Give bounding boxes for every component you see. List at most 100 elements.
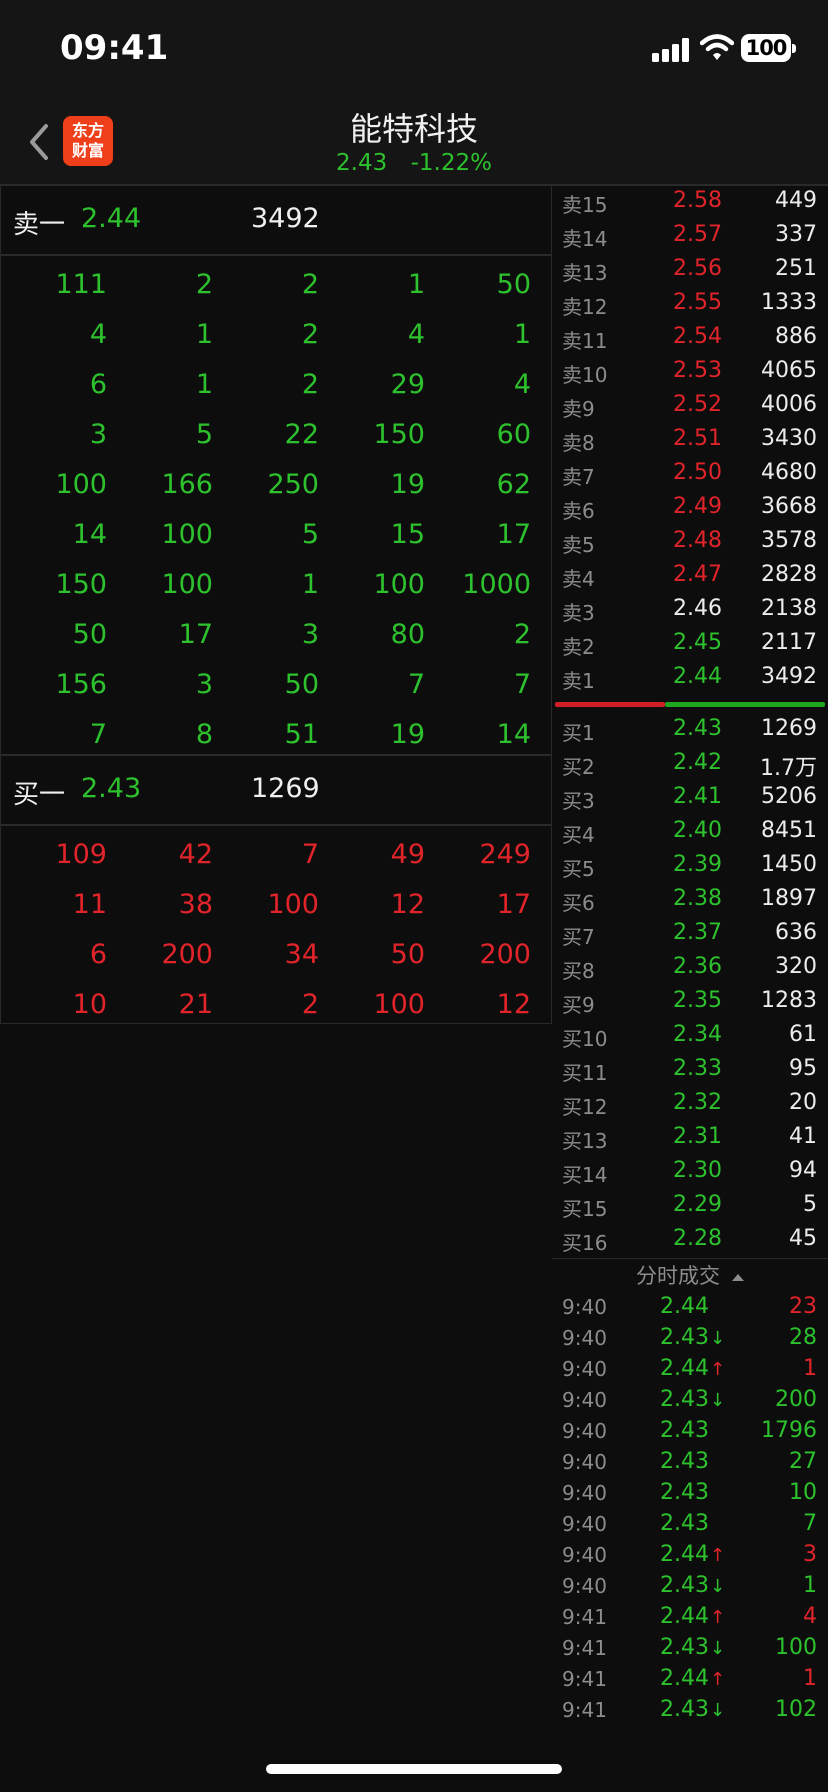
bid-level-row[interactable]: 买2 2.42 1.7万: [552, 748, 828, 782]
wifi-icon: [700, 34, 734, 60]
ask-level-row[interactable]: 卖7 2.50 4680: [552, 458, 828, 492]
arrow-down-icon: ↓: [709, 1390, 726, 1411]
ask-level-row[interactable]: 卖4 2.47 2828: [552, 560, 828, 594]
arrow-down-icon: ↓: [709, 1700, 726, 1721]
queue-cell: 150: [373, 419, 425, 450]
ask-level-row[interactable]: 卖10 2.53 4065: [552, 356, 828, 390]
tick-row: 9:40 2.43↓ 28: [552, 1324, 828, 1355]
ask-level-row[interactable]: 卖11 2.54 886: [552, 322, 828, 356]
bid-level-row[interactable]: 买12 2.32 20: [552, 1088, 828, 1122]
ask-level-row[interactable]: 卖6 2.49 3668: [552, 492, 828, 526]
queue-cell: 1: [301, 569, 319, 600]
tick-volume: 4: [803, 1604, 817, 1629]
level-price: 2.57: [673, 222, 722, 247]
ask-level-row[interactable]: 卖12 2.55 1333: [552, 288, 828, 322]
queue-row: 100 166 250 19 62: [1, 460, 551, 510]
tick-price-value: 2.43: [660, 1418, 709, 1443]
queue-cell: 100: [373, 989, 425, 1020]
ask-summary-row[interactable]: 卖一 2.44 3492: [1, 186, 551, 256]
level-volume: 886: [775, 324, 817, 349]
ask-level-row[interactable]: 卖15 2.58 449: [552, 186, 828, 220]
queue-row: 7 8 51 19 14: [1, 710, 551, 760]
ask-level-row[interactable]: 卖9 2.52 4006: [552, 390, 828, 424]
ask-volume: 3492: [251, 203, 320, 234]
bid-level-row[interactable]: 买5 2.39 1450: [552, 850, 828, 884]
level-label: 买14: [562, 1163, 608, 1187]
queue-cell: 2: [301, 369, 319, 400]
queue-cell: 100: [161, 519, 213, 550]
bid-level-row[interactable]: 买13 2.31 41: [552, 1122, 828, 1156]
bid-level-row[interactable]: 买16 2.28 45: [552, 1224, 828, 1258]
ask-level-row[interactable]: 卖1 2.44 3492: [552, 662, 828, 696]
queue-cell: 200: [479, 939, 531, 970]
level-label: 买4: [562, 823, 595, 847]
tick-row: 9:40 2.44↑ 1: [552, 1355, 828, 1386]
tick-time: 9:40: [562, 1450, 607, 1474]
queue-cell: 6: [89, 939, 107, 970]
ask-level-row[interactable]: 卖5 2.48 3578: [552, 526, 828, 560]
queue-cell: 34: [284, 939, 319, 970]
level-label: 卖4: [562, 567, 595, 591]
tick-time: 9:40: [562, 1574, 607, 1598]
bid-level-row[interactable]: 买14 2.30 94: [552, 1156, 828, 1190]
home-indicator[interactable]: [266, 1764, 562, 1774]
level-price: 2.54: [673, 324, 722, 349]
tick-list[interactable]: 9:40 2.44 23 9:40 2.43↓ 28 9:40 2.44↑ 1 9:40 2.43↓…: [552, 1293, 828, 1727]
ask-level-row[interactable]: 卖14 2.57 337: [552, 220, 828, 254]
tick-time: 9:40: [562, 1388, 607, 1412]
bid-level-row[interactable]: 买15 2.29 5: [552, 1190, 828, 1224]
level-price: 2.56: [673, 256, 722, 281]
bid-level-row[interactable]: 买11 2.33 95: [552, 1054, 828, 1088]
tick-volume: 200: [775, 1387, 817, 1412]
queue-cell: 29: [390, 369, 425, 400]
level-label: 买1: [562, 721, 595, 745]
bid-level-row[interactable]: 买7 2.37 636: [552, 918, 828, 952]
level-volume: 1897: [761, 886, 817, 911]
bid-level-row[interactable]: 买1 2.43 1269: [552, 714, 828, 748]
queue-cell: 4: [513, 369, 531, 400]
queue-cell: 100: [55, 469, 107, 500]
level-label: 卖2: [562, 635, 595, 659]
queue-cell: 6: [89, 369, 107, 400]
bid-price: 2.43: [81, 773, 142, 804]
queue-cell: 4: [407, 319, 425, 350]
level-volume: 3430: [761, 426, 817, 451]
tick-price-value: 2.43: [660, 1325, 709, 1350]
level-price: 2.41: [673, 784, 722, 809]
level-volume: 41: [789, 1124, 817, 1149]
bid-level-row[interactable]: 买3 2.41 5206: [552, 782, 828, 816]
bid-level-row[interactable]: 买9 2.35 1283: [552, 986, 828, 1020]
level-volume: 61: [789, 1022, 817, 1047]
stock-quote: 2.43 -1.22%: [0, 150, 828, 176]
level-price: 2.28: [673, 1226, 722, 1251]
tick-time: 9:40: [562, 1512, 607, 1536]
bid-level-row[interactable]: 买10 2.34 61: [552, 1020, 828, 1054]
ask-level-row[interactable]: 卖13 2.56 251: [552, 254, 828, 288]
tick-row: 9:41 2.44↑ 1: [552, 1665, 828, 1696]
bid-level-row[interactable]: 买4 2.40 8451: [552, 816, 828, 850]
ask-level-row[interactable]: 卖8 2.51 3430: [552, 424, 828, 458]
level-label: 买13: [562, 1129, 608, 1153]
queue-cell: 100: [161, 569, 213, 600]
tick-row: 9:40 2.44↑ 3: [552, 1541, 828, 1572]
level-label: 卖14: [562, 227, 608, 251]
level-price: 2.38: [673, 886, 722, 911]
bid-level-row[interactable]: 买6 2.38 1897: [552, 884, 828, 918]
level-price: 2.36: [673, 954, 722, 979]
tick-row: 9:40 2.43 7: [552, 1510, 828, 1541]
ticks-header[interactable]: 分时成交: [552, 1258, 828, 1293]
tick-price: 2.43↓: [660, 1635, 725, 1660]
ask-label: 卖一: [13, 210, 66, 240]
ask-level-row[interactable]: 卖3 2.46 2138: [552, 594, 828, 628]
queue-cell: 2: [301, 319, 319, 350]
level-price: 2.52: [673, 392, 722, 417]
queue-cell: 5: [301, 519, 319, 550]
queue-cell: 17: [496, 889, 531, 920]
queue-cell: 21: [178, 989, 213, 1020]
tick-row: 9:40 2.43 10: [552, 1479, 828, 1510]
tick-time: 9:40: [562, 1543, 607, 1567]
ask-level-row[interactable]: 卖2 2.45 2117: [552, 628, 828, 662]
tick-row: 9:40 2.43 1796: [552, 1417, 828, 1448]
bid-level-row[interactable]: 买8 2.36 320: [552, 952, 828, 986]
bid-summary-row[interactable]: 买一 2.43 1269: [1, 756, 551, 826]
